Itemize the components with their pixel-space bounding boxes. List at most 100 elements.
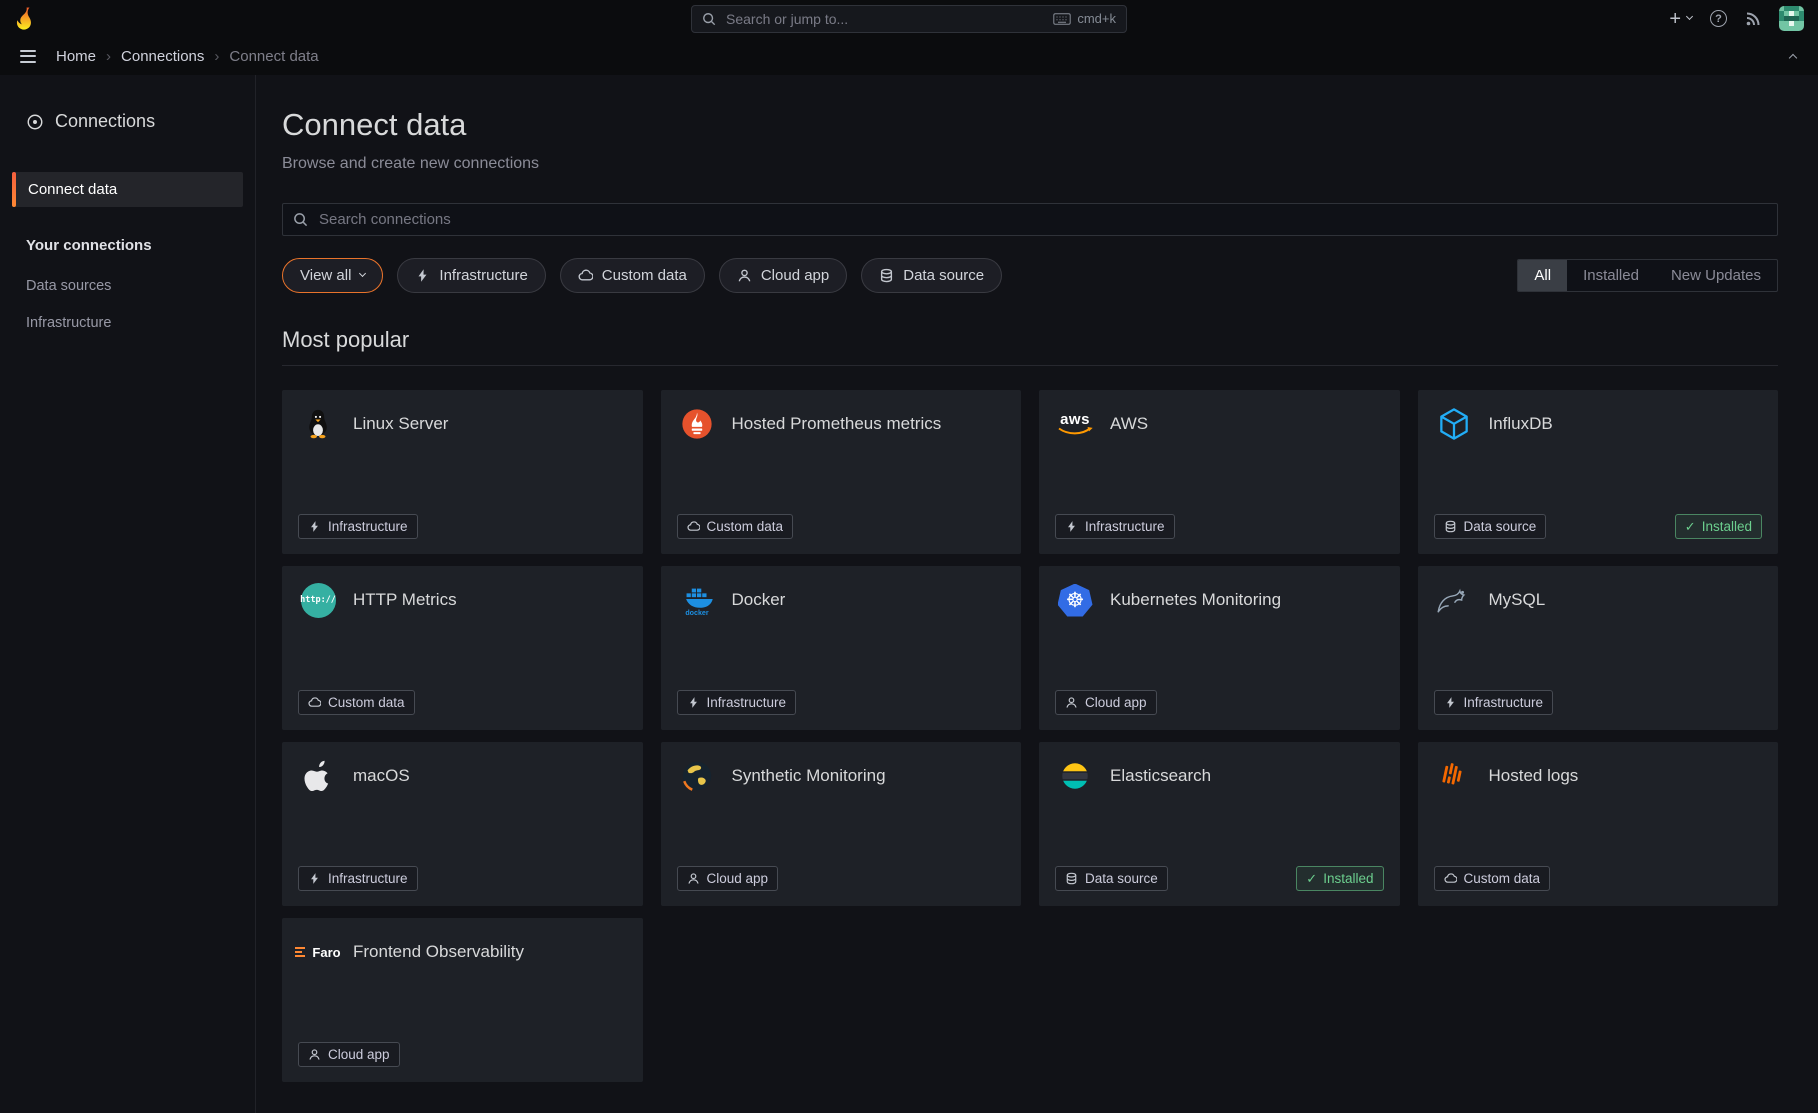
installed-label: Installed <box>1702 519 1752 534</box>
card-docker[interactable]: docker Docker Infrastructure <box>661 566 1022 730</box>
card-foot: Custom data <box>298 690 627 715</box>
connections-search-input[interactable] <box>317 210 1767 229</box>
bolt-icon <box>308 872 321 885</box>
search-icon <box>702 12 716 26</box>
breadcrumb-separator-icon: › <box>214 48 219 65</box>
bolt-icon <box>415 268 430 283</box>
installed-label: Installed <box>1323 871 1373 886</box>
card-hosted-prometheus-metrics[interactable]: Hosted Prometheus metrics Custom data <box>661 390 1022 554</box>
category-label: Cloud app <box>1085 695 1147 710</box>
view-all-filter-button[interactable]: View all <box>282 258 383 293</box>
toggle-installed[interactable]: Installed <box>1567 260 1655 291</box>
card-hosted-logs[interactable]: Hosted logs Custom data <box>1418 742 1779 906</box>
card-http-metrics[interactable]: http:// HTTP Metrics Custom data <box>282 566 643 730</box>
cloud-icon <box>687 520 700 533</box>
sidebar-item-your-connections[interactable]: Your connections <box>0 237 255 254</box>
card-foot: Infrastructure <box>298 514 627 539</box>
card-head: docker Docker <box>677 581 1006 619</box>
main-content: Connect data Browse and create new conne… <box>256 75 1818 1113</box>
keyboard-shortcut: cmd+k <box>1053 11 1116 26</box>
page-layout: Connections Connect data Your connection… <box>0 75 1818 1113</box>
section-divider <box>282 365 1778 366</box>
filter-label: Custom data <box>602 267 687 284</box>
filter-label: Cloud app <box>761 267 829 284</box>
card-mysql[interactable]: MySQL Infrastructure <box>1418 566 1779 730</box>
category-label: Infrastructure <box>1085 519 1165 534</box>
menu-toggle-icon[interactable] <box>18 48 38 65</box>
connections-search[interactable] <box>282 203 1778 236</box>
toggle-new-updates[interactable]: New Updates <box>1655 260 1777 291</box>
category-badge: Custom data <box>1434 866 1551 891</box>
card-foot: Custom data <box>1434 866 1763 891</box>
category-label: Custom data <box>1464 871 1541 886</box>
grafana-logo-icon[interactable] <box>14 7 37 31</box>
breadcrumb-connections[interactable]: Connections <box>121 48 204 65</box>
card-aws[interactable]: aws AWS Infrastructure <box>1039 390 1400 554</box>
connections-icon <box>26 113 44 131</box>
database-icon <box>1065 872 1078 885</box>
card-foot: Cloud app <box>1055 690 1384 715</box>
view-all-label: View all <box>300 267 351 284</box>
sidebar-item-infrastructure[interactable]: Infrastructure <box>0 315 255 331</box>
breadcrumb-home[interactable]: Home <box>56 48 96 65</box>
card-kubernetes-monitoring[interactable]: ☸ Kubernetes Monitoring Cloud app <box>1039 566 1400 730</box>
category-badge: Cloud app <box>1055 690 1157 715</box>
global-search[interactable]: cmd+k <box>691 5 1127 33</box>
category-badge: Infrastructure <box>1055 514 1175 539</box>
chevron-up-icon <box>1789 53 1797 61</box>
card-title: Hosted logs <box>1489 766 1579 786</box>
card-title: Hosted Prometheus metrics <box>732 414 942 434</box>
connections-grid: Linux Server Infrastructure <box>282 390 1778 1082</box>
card-head: Linux Server <box>298 405 627 443</box>
global-search-input[interactable] <box>724 10 1045 28</box>
category-label: Infrastructure <box>328 519 408 534</box>
breadcrumb: Home › Connections › Connect data <box>56 48 319 65</box>
card-title: Synthetic Monitoring <box>732 766 886 786</box>
filter-label: Infrastructure <box>439 267 527 284</box>
toggle-all[interactable]: All <box>1518 260 1567 291</box>
card-head: http:// HTTP Metrics <box>298 581 627 619</box>
card-title: MySQL <box>1489 590 1546 610</box>
sidebar-item-data-sources[interactable]: Data sources <box>0 278 255 294</box>
card-head: Synthetic Monitoring <box>677 757 1006 795</box>
avatar[interactable] <box>1779 6 1804 31</box>
card-macos[interactable]: macOS Infrastructure <box>282 742 643 906</box>
card-foot: Data source ✓ Installed <box>1434 514 1763 539</box>
card-foot: Custom data <box>677 514 1006 539</box>
check-icon: ✓ <box>1306 872 1317 885</box>
filter-infrastructure[interactable]: Infrastructure <box>397 258 545 293</box>
category-label: Infrastructure <box>707 695 787 710</box>
card-head: InfluxDB <box>1434 405 1763 443</box>
card-foot: Cloud app <box>677 866 1006 891</box>
filter-data-source[interactable]: Data source <box>861 258 1002 293</box>
category-badge: Cloud app <box>677 866 779 891</box>
category-badge: Custom data <box>677 514 794 539</box>
user-icon <box>687 872 700 885</box>
filter-custom-data[interactable]: Custom data <box>560 258 705 293</box>
sidebar-title-label: Connections <box>55 111 155 132</box>
add-button[interactable]: + <box>1669 9 1692 29</box>
linux-icon <box>298 405 338 443</box>
sidebar-title[interactable]: Connections <box>0 111 255 132</box>
page-title: Connect data <box>282 107 1778 143</box>
top-nav-left <box>14 7 37 31</box>
news-feed-icon[interactable] <box>1745 11 1761 27</box>
category-label: Custom data <box>707 519 784 534</box>
filter-cloud-app[interactable]: Cloud app <box>719 258 847 293</box>
help-icon[interactable]: ? <box>1710 10 1727 27</box>
helm-wheel-icon: ☸ <box>1066 590 1085 611</box>
category-label: Infrastructure <box>1464 695 1544 710</box>
filter-label: Data source <box>903 267 984 284</box>
installed-filter-group: All Installed New Updates <box>1517 259 1778 292</box>
aws-icon: aws <box>1055 405 1095 443</box>
shortcut-label: cmd+k <box>1077 11 1116 26</box>
card-synthetic-monitoring[interactable]: Synthetic Monitoring Cloud app <box>661 742 1022 906</box>
sidebar-item-connect-data[interactable]: Connect data <box>12 172 243 207</box>
card-linux-server[interactable]: Linux Server Infrastructure <box>282 390 643 554</box>
card-frontend-observability[interactable]: Faro Frontend Observability Cloud app <box>282 918 643 1082</box>
collapse-chrome-button[interactable] <box>1786 44 1800 69</box>
elasticsearch-icon <box>1055 757 1095 795</box>
database-icon <box>879 268 894 283</box>
card-influxdb[interactable]: InfluxDB Data source ✓ Installed <box>1418 390 1779 554</box>
card-elasticsearch[interactable]: Elasticsearch Data source ✓ Installed <box>1039 742 1400 906</box>
